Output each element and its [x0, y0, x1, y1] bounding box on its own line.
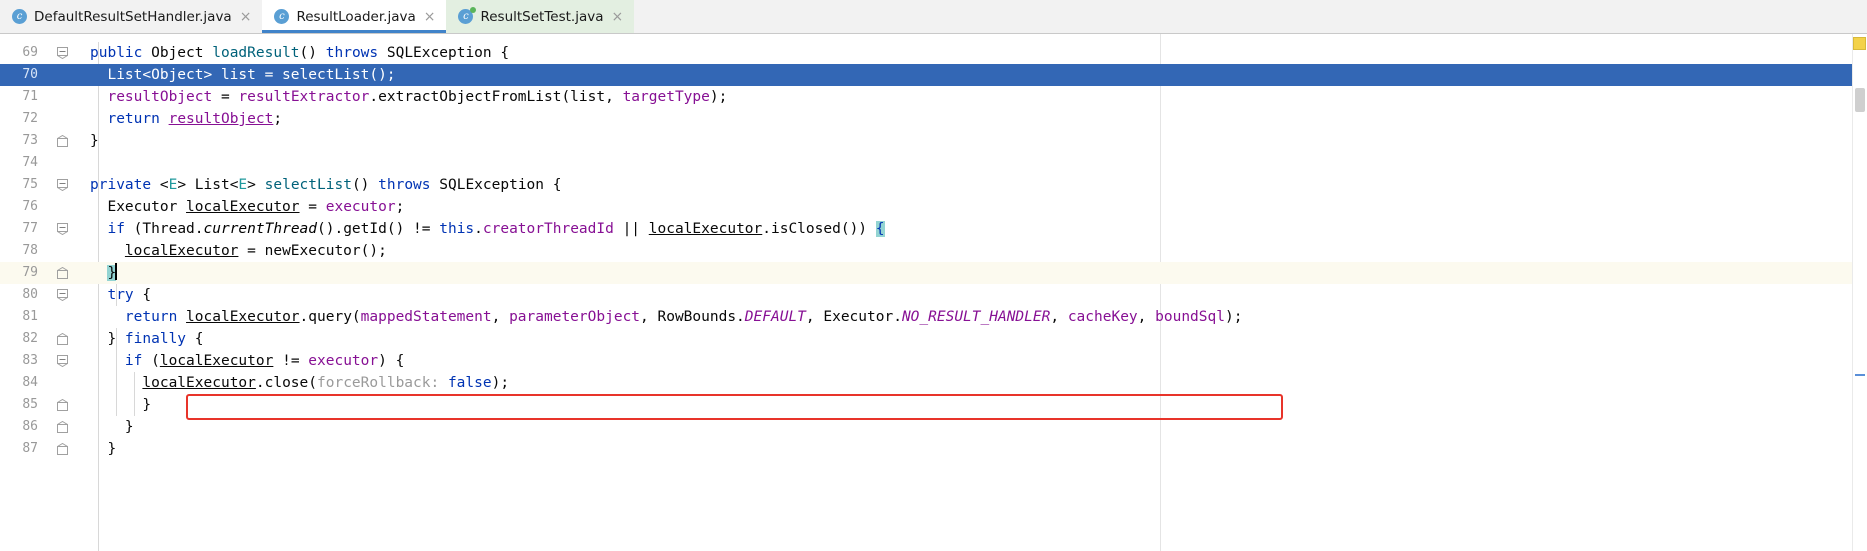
- editor-tab-label: ResultSetTest.java: [480, 8, 604, 25]
- code-line-72[interactable]: return resultObject;: [78, 108, 1852, 130]
- fold-open-icon[interactable]: [57, 223, 68, 235]
- code-line-83[interactable]: if (localExecutor != executor) {: [78, 350, 1852, 372]
- code-line-86[interactable]: }: [78, 416, 1852, 438]
- editor-tab-label: DefaultResultSetHandler.java: [34, 8, 232, 25]
- editor-area: 68 69 70 71 72 73 74 75 76 77 78 79 80 8…: [0, 34, 1867, 551]
- editor-tab-label: ResultLoader.java: [296, 8, 416, 25]
- gutter-line-84: 84: [22, 375, 38, 390]
- code-line-85[interactable]: }: [78, 394, 1852, 416]
- fold-close-icon[interactable]: [57, 399, 68, 411]
- gutter-line-72: 72: [22, 111, 38, 126]
- gutter-line-74: 74: [22, 155, 38, 170]
- gutter-line-77: 77: [0, 218, 78, 240]
- code-line-76[interactable]: Executor localExecutor = executor;: [78, 196, 1852, 218]
- inspection-status-widget[interactable]: [1853, 37, 1866, 50]
- ide-window: c DefaultResultSetHandler.java × c Resul…: [0, 0, 1867, 551]
- java-class-icon: c: [12, 9, 27, 24]
- caret-position-marker[interactable]: [1855, 374, 1865, 376]
- gutter-line-70: 70: [0, 64, 78, 86]
- gutter-line-69: 69: [0, 42, 78, 64]
- code-line-84[interactable]: localExecutor.close(forceRollback: false…: [78, 372, 1852, 394]
- text-caret: [115, 263, 118, 280]
- gutter-line-86: 86: [0, 416, 78, 438]
- fold-close-icon[interactable]: [57, 333, 68, 345]
- code-line-70[interactable]: List<Object> list = selectList();: [78, 64, 1852, 86]
- fold-open-icon[interactable]: [57, 179, 68, 191]
- fold-open-icon[interactable]: [57, 289, 68, 301]
- gutter-line-76: 76: [22, 199, 38, 214]
- scrollbar-thumb[interactable]: [1855, 88, 1865, 112]
- inlay-hint-force-rollback: forceRollback:: [317, 375, 440, 391]
- fold-close-icon[interactable]: [57, 443, 68, 455]
- code-line-87[interactable]: }: [78, 438, 1852, 460]
- gutter-line-80: 80: [0, 284, 78, 306]
- java-test-class-icon: c: [458, 7, 477, 24]
- gutter-line-75: 75: [0, 174, 78, 196]
- gutter-line-71: 71: [22, 89, 38, 104]
- gutter-line-82: 82: [0, 328, 78, 350]
- code-line-80[interactable]: try {: [78, 284, 1852, 306]
- gutter-line-85: 85: [0, 394, 78, 416]
- gutter-line-73: 73: [0, 130, 78, 152]
- code-line-68[interactable]: [78, 34, 1852, 42]
- gutter-line-79: 79: [0, 262, 78, 284]
- code-line-82[interactable]: } finally {: [78, 328, 1852, 350]
- gutter-line-68: 68: [0, 34, 78, 42]
- code-text-area[interactable]: public Object loadResult() throws SQLExc…: [78, 34, 1852, 551]
- fold-close-icon[interactable]: [57, 267, 68, 279]
- code-line-77[interactable]: if (Thread.currentThread().getId() != th…: [78, 218, 1852, 240]
- editor-tab-bar: c DefaultResultSetHandler.java × c Resul…: [0, 0, 1867, 34]
- gutter-line-78: 78: [22, 243, 38, 258]
- editor-scrollbar-marker-strip[interactable]: [1852, 34, 1867, 551]
- close-icon[interactable]: ×: [611, 10, 625, 24]
- close-icon[interactable]: ×: [423, 10, 437, 24]
- fold-open-icon[interactable]: [57, 47, 68, 59]
- code-line-74[interactable]: [78, 152, 1852, 174]
- fold-close-icon[interactable]: [57, 135, 68, 147]
- code-line-81[interactable]: return localExecutor.query(mappedStateme…: [78, 306, 1852, 328]
- gutter-line-87: 87: [0, 438, 78, 460]
- code-line-71[interactable]: resultObject = resultExtractor.extractOb…: [78, 86, 1852, 108]
- editor-tab-result-set-test[interactable]: c ResultSetTest.java ×: [446, 0, 635, 33]
- code-line-75[interactable]: private <E> List<E> selectList() throws …: [78, 174, 1852, 196]
- gutter-line-81: 81: [22, 309, 38, 324]
- code-line-78[interactable]: localExecutor = newExecutor();: [78, 240, 1852, 262]
- editor-tab-result-loader[interactable]: c ResultLoader.java ×: [262, 0, 447, 33]
- fold-open-icon[interactable]: [57, 355, 68, 367]
- code-line-79[interactable]: }: [78, 262, 1852, 284]
- code-line-73[interactable]: }: [78, 130, 1852, 152]
- close-icon[interactable]: ×: [239, 10, 253, 24]
- java-class-icon: c: [274, 9, 290, 24]
- editor-tab-default-result-set-handler[interactable]: c DefaultResultSetHandler.java ×: [0, 0, 263, 33]
- editor-gutter[interactable]: 68 69 70 71 72 73 74 75 76 77 78 79 80 8…: [0, 34, 78, 551]
- code-line-69[interactable]: public Object loadResult() throws SQLExc…: [78, 42, 1852, 64]
- gutter-line-83: 83: [0, 350, 78, 372]
- fold-close-icon[interactable]: [57, 421, 68, 433]
